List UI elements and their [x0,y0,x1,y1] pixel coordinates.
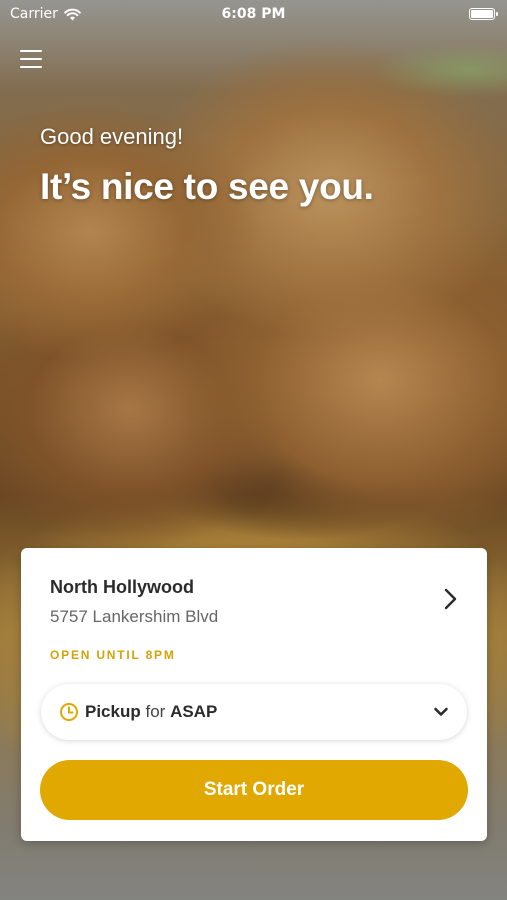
status-bar: Carrier 6:08 PM [0,0,507,30]
chevron-down-icon [434,707,448,716]
location-name[interactable]: North Hollywood [50,577,194,598]
menu-icon-bar [20,58,42,60]
order-mode-dropdown[interactable]: Pickup for ASAP [41,684,467,740]
order-mode-label: Pickup [85,702,141,721]
hours-label: OPEN UNTIL 8PM [50,648,176,662]
status-time: 6:08 PM [221,6,286,22]
greeting-text: Good evening! [40,124,184,149]
battery-icon [469,8,498,20]
order-mode-connector: for [145,702,166,721]
clock-icon [60,703,78,721]
chevron-right-icon[interactable] [439,586,461,612]
menu-icon-bar [20,50,42,52]
headline-text: It’s nice to see you. [40,166,374,207]
order-time-label: ASAP [170,702,218,721]
menu-icon-bar [20,66,42,68]
location-address: 5757 Lankershim Blvd [50,607,219,626]
battery-fill [471,10,493,18]
location-card: North Hollywood 5757 Lankershim Blvd OPE… [21,548,487,841]
start-order-button[interactable]: Start Order [40,760,468,820]
order-mode-text: Pickup for ASAP [85,702,217,722]
menu-icon[interactable] [20,50,42,68]
